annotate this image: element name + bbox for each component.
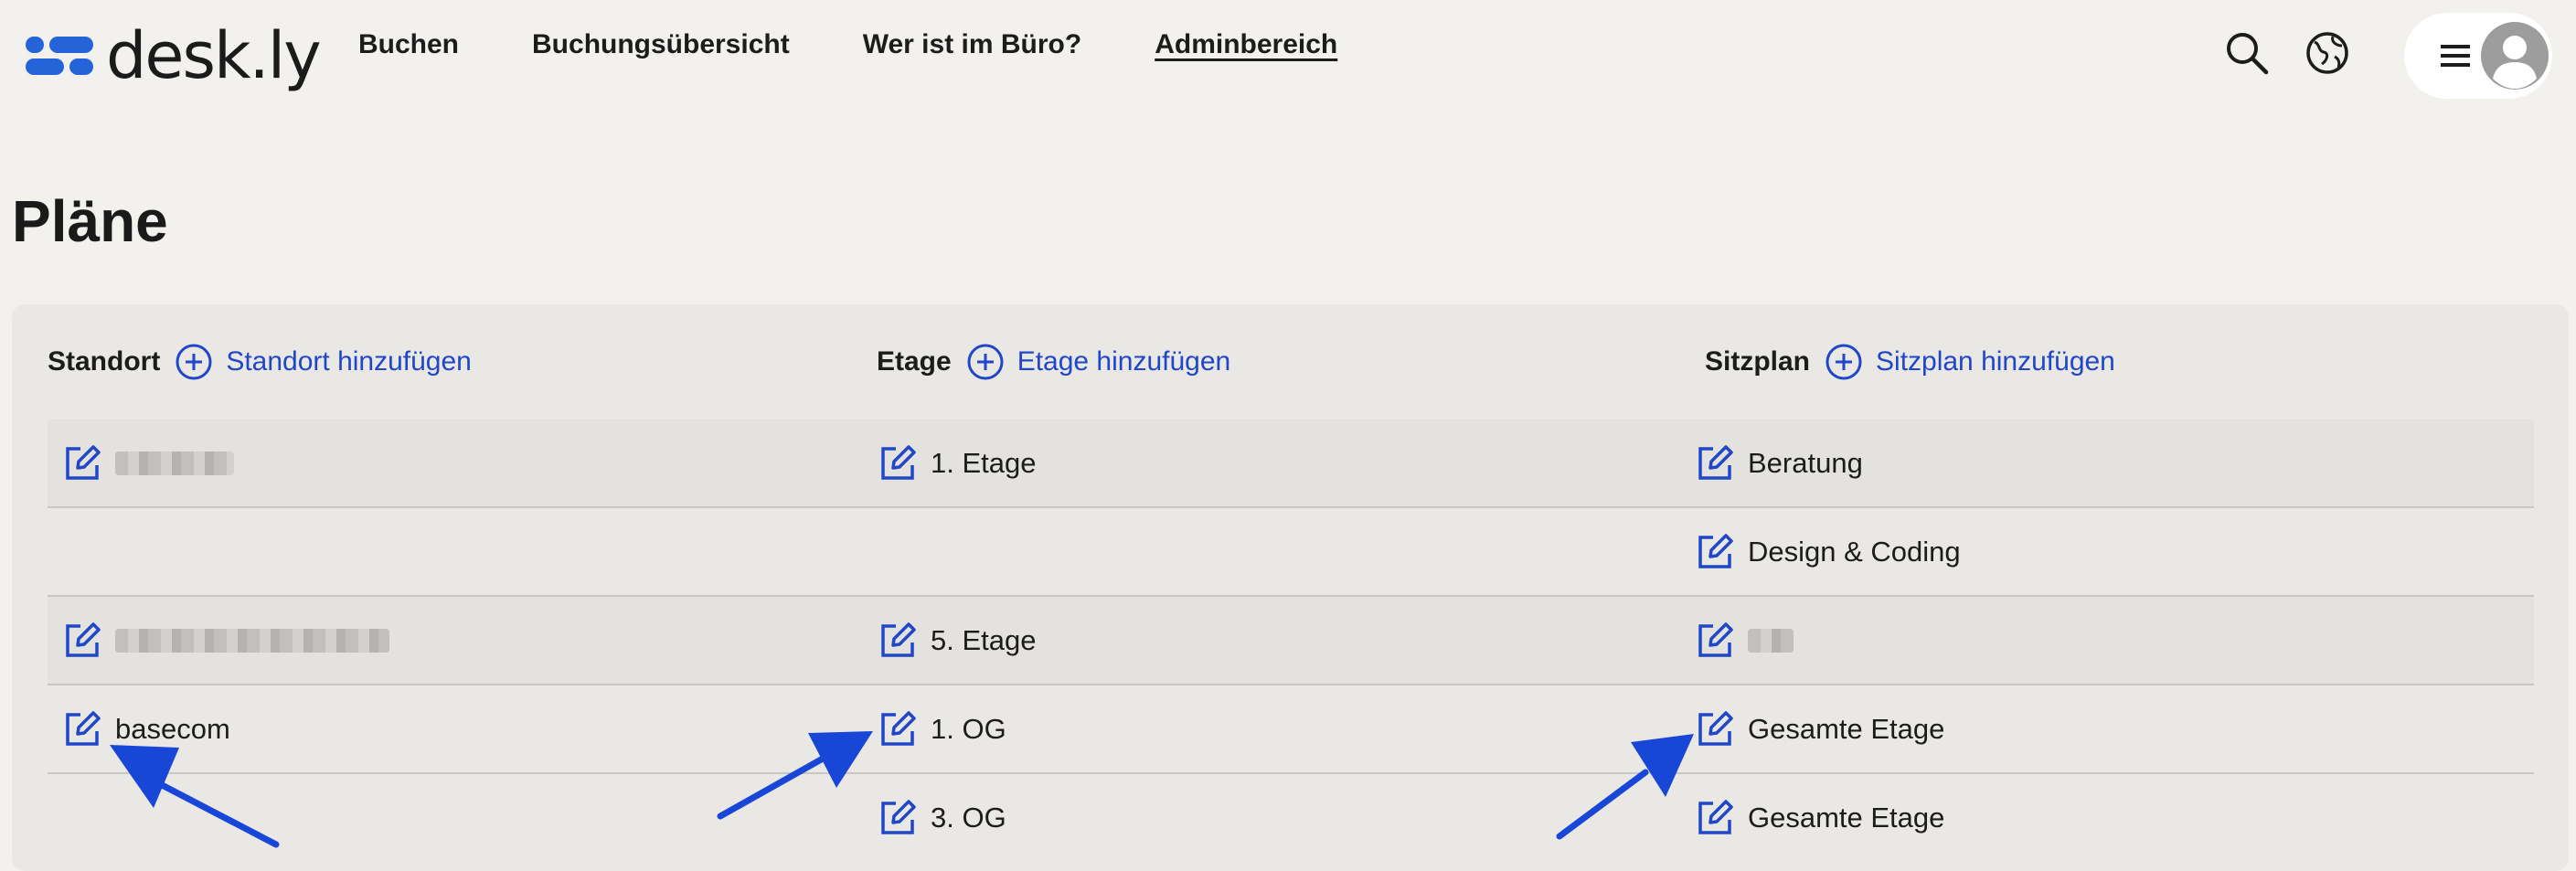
table-row: basecom 1. OG Gesamte Etage — [48, 685, 2534, 774]
edit-icon[interactable] — [62, 621, 102, 661]
desk-ly-logo[interactable]: desk.ly — [26, 16, 322, 95]
column-header-standort: Standort Standort hinzufügen — [48, 342, 472, 382]
column-header-sitzplan: Sitzplan Sitzplan hinzufügen — [1705, 342, 2115, 382]
add-standort-button[interactable]: Standort hinzufügen — [175, 343, 472, 381]
edit-icon[interactable] — [878, 621, 918, 661]
table-row: 3. OG Gesamte Etage — [48, 774, 2534, 861]
etage-name: 3. OG — [931, 801, 1006, 834]
sitzplan-name: Beratung — [1748, 446, 1863, 479]
etage-cell: 3. OG — [878, 774, 1006, 861]
add-etage-label: Etage hinzufügen — [1017, 346, 1231, 377]
add-etage-button[interactable]: Etage hinzufügen — [966, 343, 1231, 381]
sitzplan-cell: Beratung — [1695, 420, 1863, 506]
add-standort-label: Standort hinzufügen — [226, 346, 472, 377]
table-row: 1. Etage Beratung — [48, 420, 2534, 508]
etage-cell: 5. Etage — [878, 597, 1036, 684]
edit-icon[interactable] — [62, 709, 102, 749]
edit-icon[interactable] — [878, 709, 918, 749]
logo-mark-icon — [26, 33, 95, 79]
user-menu[interactable] — [2404, 13, 2552, 99]
etage-name: 1. OG — [931, 712, 1006, 745]
sitzplan-cell: Gesamte Etage — [1695, 685, 1944, 772]
etage-cell: 1. OG — [878, 685, 1006, 772]
edit-icon[interactable] — [62, 443, 102, 483]
page-title: Pläne — [12, 188, 168, 254]
column-label-etage: Etage — [877, 346, 952, 377]
logo-text: desk.ly — [106, 18, 322, 93]
nav-buchen[interactable]: Buchen — [358, 29, 459, 60]
plus-circle-icon — [967, 344, 1004, 380]
sitzplan-cell: Design & Coding — [1695, 508, 1961, 595]
nav-wer-ist-im-buero[interactable]: Wer ist im Büro? — [863, 29, 1081, 60]
table-row: Design & Coding — [48, 508, 2534, 597]
etage-cell: 1. Etage — [878, 420, 1036, 506]
nav-adminbereich[interactable]: Adminbereich — [1155, 29, 1337, 60]
standort-name: basecom — [115, 712, 230, 745]
edit-icon[interactable] — [1695, 532, 1735, 572]
sitzplan-name: Gesamte Etage — [1748, 712, 1945, 745]
plus-circle-icon — [1826, 344, 1862, 380]
redacted-location-name — [115, 451, 234, 475]
sitzplan-name: Gesamte Etage — [1748, 801, 1945, 834]
sitzplan-cell: Gesamte Etage — [1695, 774, 1944, 861]
sitzplan-name: Design & Coding — [1748, 535, 1961, 568]
etage-name: 5. Etage — [931, 623, 1037, 656]
edit-icon[interactable] — [878, 443, 918, 483]
edit-icon[interactable] — [1695, 621, 1735, 661]
edit-icon[interactable] — [1695, 798, 1735, 838]
add-sitzplan-label: Sitzplan hinzufügen — [1876, 346, 2115, 377]
main-nav: Buchen Buchungsübersicht Wer ist im Büro… — [358, 29, 1337, 60]
standort-cell: basecom — [62, 685, 230, 772]
standort-cell — [62, 597, 389, 684]
table-row: 5. Etage — [48, 597, 2534, 685]
nav-buchungsuebersicht[interactable]: Buchungsübersicht — [532, 29, 790, 60]
etage-name: 1. Etage — [931, 446, 1037, 479]
edit-icon[interactable] — [878, 798, 918, 838]
edit-icon[interactable] — [1695, 709, 1735, 749]
redacted-seating-plan-name — [1748, 628, 1794, 653]
globe-icon[interactable] — [2302, 27, 2353, 79]
search-icon[interactable] — [2221, 27, 2273, 79]
redacted-location-name — [115, 628, 389, 653]
top-navigation-bar: desk.ly Buchen Buchungsübersicht Wer ist… — [0, 0, 2576, 110]
sitzplan-cell — [1695, 597, 1794, 684]
plans-table: 1. Etage Beratung Design & Coding 5. Eta… — [48, 420, 2534, 861]
column-header-etage: Etage Etage hinzufügen — [877, 342, 1230, 382]
add-sitzplan-button[interactable]: Sitzplan hinzufügen — [1825, 343, 2115, 381]
user-avatar-icon — [2481, 22, 2549, 90]
plus-circle-icon — [176, 344, 212, 380]
standort-cell — [62, 420, 234, 506]
column-label-standort: Standort — [48, 346, 161, 377]
edit-icon[interactable] — [1695, 443, 1735, 483]
menu-icon — [2441, 45, 2470, 67]
column-label-sitzplan: Sitzplan — [1705, 346, 1811, 377]
